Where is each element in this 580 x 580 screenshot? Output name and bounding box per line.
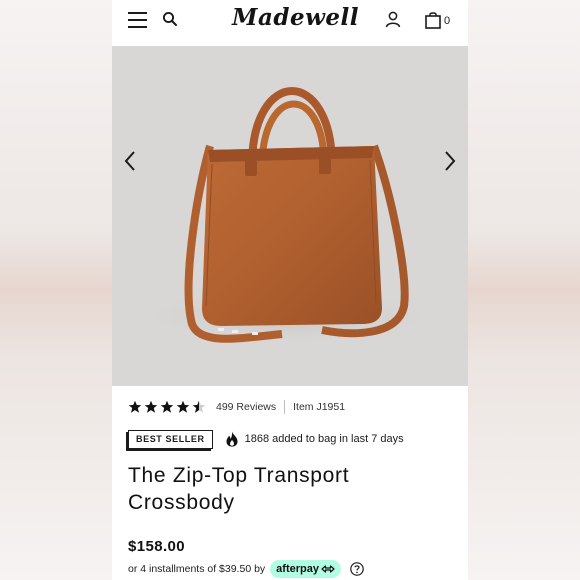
chevron-left-icon[interactable] <box>122 149 138 173</box>
badge-row: BEST SELLER 1868 added to bag in last 7 … <box>128 429 404 449</box>
left-backdrop <box>0 0 112 580</box>
installments-text: or 4 installments of $39.50 by <box>128 563 266 575</box>
installments-row: or 4 installments of $39.50 by afterpay <box>128 560 364 578</box>
product-title-line1: The Zip-Top Transport <box>128 464 350 487</box>
flame-icon <box>226 431 238 447</box>
account-icon[interactable] <box>384 10 402 28</box>
star-icon <box>160 400 174 413</box>
product-image-carousel[interactable] <box>112 46 468 386</box>
star-icon <box>176 400 190 413</box>
star-icon <box>128 400 142 413</box>
madewell-logo[interactable]: Madewell <box>232 4 359 34</box>
search-icon[interactable] <box>162 11 178 27</box>
product-image <box>130 87 450 346</box>
product-title-line2: Crossbody <box>128 491 235 514</box>
site-header: Madewell 0 <box>112 0 468 46</box>
reviews-link[interactable]: 499 Reviews <box>216 401 276 413</box>
bag-count: 0 <box>444 15 451 27</box>
popularity-text: 1868 added to bag in last 7 days <box>244 433 404 445</box>
menu-icon[interactable] <box>128 12 147 28</box>
chevron-right-icon[interactable] <box>442 149 458 173</box>
afterpay-logo-icon <box>321 565 335 573</box>
best-seller-badge: BEST SELLER <box>128 429 213 449</box>
right-backdrop <box>468 0 580 580</box>
help-icon[interactable] <box>350 562 364 576</box>
half-star-icon <box>192 400 206 413</box>
star-rating[interactable] <box>128 400 206 414</box>
afterpay-badge[interactable]: afterpay <box>270 560 341 578</box>
product-page: Madewell 0 499 Reviews Item J1951 BEST S… <box>112 0 468 580</box>
product-info: 499 Reviews Item J1951 BEST SELLER 1868 … <box>112 386 468 580</box>
bag-icon[interactable] <box>424 10 442 29</box>
product-price: $158.00 <box>128 538 186 555</box>
rating-row: 499 Reviews Item J1951 <box>128 399 345 415</box>
star-icon <box>144 400 158 413</box>
afterpay-label: afterpay <box>276 563 319 575</box>
product-title: The Zip-Top Transport Crossbody <box>128 462 428 516</box>
divider <box>284 400 286 414</box>
item-number: Item J1951 <box>293 401 346 413</box>
